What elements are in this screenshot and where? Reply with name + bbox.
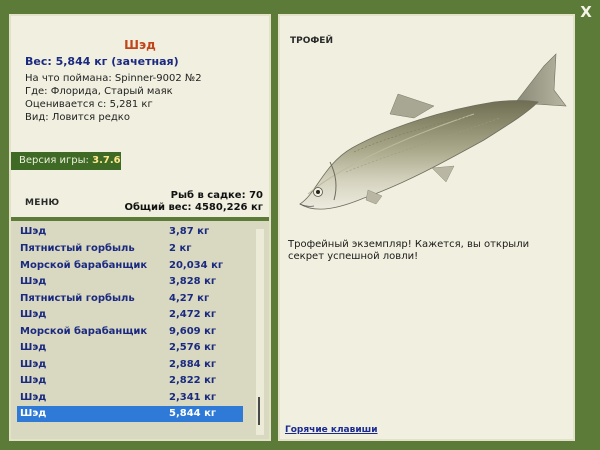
value-info: Оценивается с: 5,281 кг	[25, 99, 153, 110]
catch-name: Шэд	[20, 359, 47, 370]
list-item-selected[interactable]: Шэд 5,844 кг	[17, 406, 243, 422]
catch-weight: 2 кг	[169, 243, 192, 254]
catch-weight: 20,034 кг	[169, 260, 224, 271]
fish-weight: Вес: 5,844 кг (зачетная)	[25, 55, 179, 68]
catch-weight: 5,844 кг	[169, 408, 217, 419]
list-item[interactable]: Пятнистый горбыль 4,27 кг	[17, 291, 243, 307]
keepnet-stats: Рыб в садке: 70 Общий вес: 4580,226 кг	[124, 190, 263, 214]
catch-weight: 2,472 кг	[169, 309, 217, 320]
catch-name: Шэд	[20, 309, 47, 320]
version-value: 3.7.6	[92, 155, 121, 166]
catch-name: Шэд	[20, 375, 47, 386]
catch-weight: 2,822 кг	[169, 375, 217, 386]
catch-list[interactable]: Шэд 3,87 кг Пятнистый горбыль 2 кг Морской…	[11, 221, 269, 439]
version-badge: Версия игры: 3.7.6	[11, 152, 121, 170]
fish-info-panel: Шэд Вес: 5,844 кг (зачетная) На что пойм…	[9, 14, 271, 441]
catch-name: Шэд	[20, 392, 47, 403]
list-item[interactable]: Морской барабанщик 20,034 кг	[17, 258, 243, 274]
menu-button[interactable]: МЕНЮ	[25, 198, 59, 208]
list-item[interactable]: Шэд 3,87 кг	[17, 224, 243, 240]
catch-weight: 3,87 кг	[169, 226, 210, 237]
version-label: Версия игры:	[19, 155, 89, 166]
list-item[interactable]: Шэд 2,884 кг	[17, 357, 243, 373]
list-item[interactable]: Шэд 2,822 кг	[17, 373, 243, 389]
list-item[interactable]: Шэд 3,828 кг	[17, 274, 243, 290]
list-item[interactable]: Шэд 2,341 кг	[17, 390, 243, 406]
catch-weight: 2,341 кг	[169, 392, 217, 403]
location-info: Где: Флорида, Старый маяк	[25, 86, 173, 97]
list-item[interactable]: Шэд 2,576 кг	[17, 340, 243, 356]
catch-weight: 4,27 кг	[169, 293, 210, 304]
list-item[interactable]: Морской барабанщик 9,609 кг	[17, 324, 243, 340]
catch-name: Пятнистый горбыль	[20, 293, 135, 304]
catch-name: Шэд	[20, 276, 47, 287]
catch-weight: 3,828 кг	[169, 276, 217, 287]
catch-weight: 2,576 кг	[169, 342, 217, 353]
hotkeys-link[interactable]: Горячие клавиши	[285, 425, 378, 435]
catch-name: Морской барабанщик	[20, 260, 148, 271]
list-item[interactable]: Пятнистый горбыль 2 кг	[17, 241, 243, 257]
catch-name: Пятнистый горбыль	[20, 243, 135, 254]
scroll-thumb[interactable]	[258, 397, 260, 425]
catch-weight: 9,609 кг	[169, 326, 217, 337]
bait-info: На что поймана: Spinner-9002 №2	[25, 73, 202, 84]
catch-name: Шэд	[20, 342, 47, 353]
list-scrollbar[interactable]	[256, 229, 264, 435]
catch-name: Морской барабанщик	[20, 326, 148, 337]
catch-name: Шэд	[20, 408, 47, 419]
fish-count: Рыб в садке: 70	[170, 190, 263, 201]
close-button[interactable]: X	[578, 4, 594, 20]
shad-fish-icon	[299, 53, 567, 210]
list-item[interactable]: Шэд 2,472 кг	[17, 307, 243, 323]
kind-info: Вид: Ловится редко	[25, 112, 130, 123]
catch-name: Шэд	[20, 226, 47, 237]
trophy-panel: ТРОФЕЙ Трофейный экземпляр! Кажется, вы …	[278, 14, 575, 441]
trophy-description: Трофейный экземпляр! Кажется, вы открыли…	[288, 239, 530, 262]
total-weight: Общий вес: 4580,226 кг	[124, 202, 263, 213]
fish-title: Шэд	[124, 38, 156, 52]
catch-weight: 2,884 кг	[169, 359, 217, 370]
